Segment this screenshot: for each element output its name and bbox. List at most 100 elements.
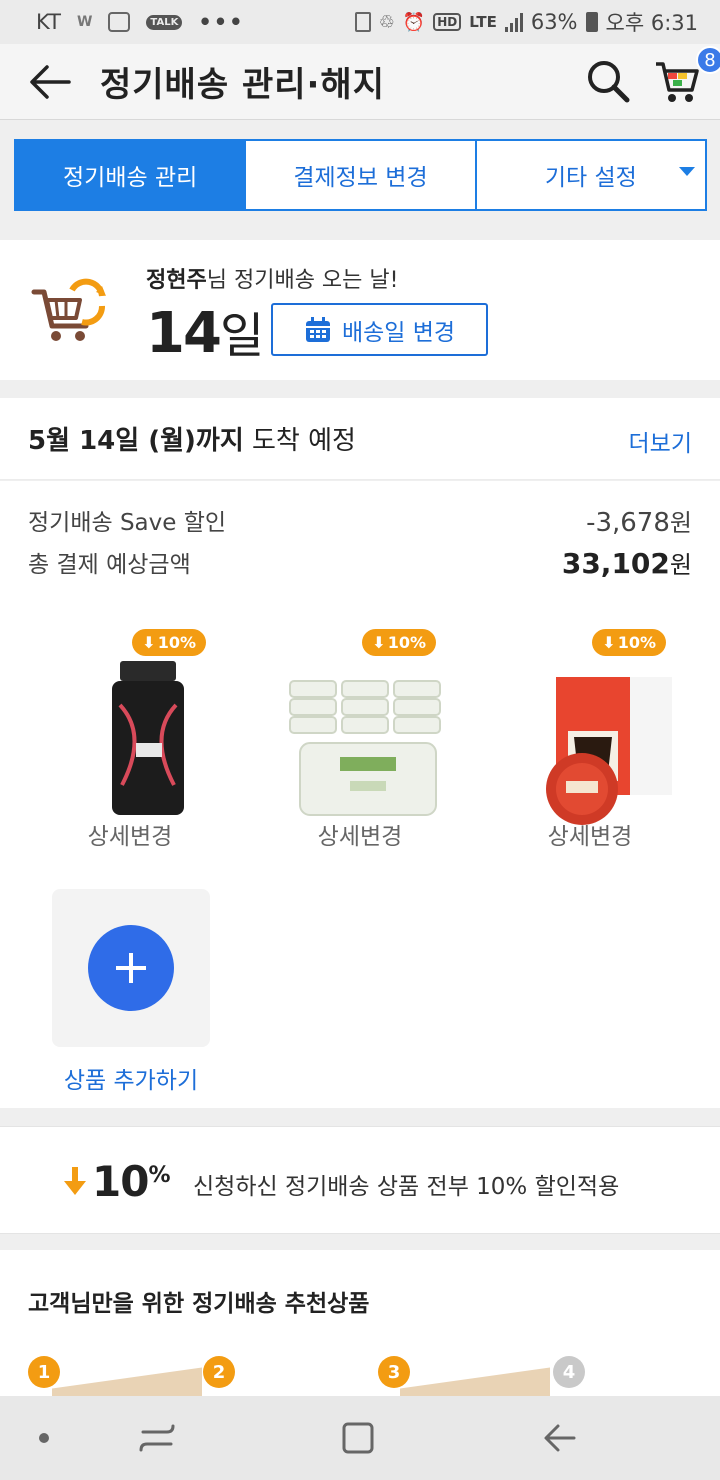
down-arrow-icon: ⬇ (372, 633, 386, 652)
delivery-day-unit: 일 (219, 308, 264, 364)
recommend-product-image[interactable] (400, 1367, 550, 1396)
supplement-bottle-image (112, 661, 184, 815)
carrier-label: KT (36, 10, 61, 34)
coffee-capsules-image (546, 677, 672, 825)
back-arrow-icon (30, 64, 71, 99)
down-arrow-icon: ⬇ (142, 633, 156, 652)
save-discount-value: -3,678원 (586, 503, 692, 538)
down-arrow-icon: ⬇ (602, 633, 616, 652)
product-detail-change-link[interactable]: 상세변경 (30, 817, 230, 851)
search-icon (588, 61, 630, 103)
discount-badge-value: 10% (157, 633, 196, 652)
delivery-message-suffix: 님 정기배송 오는 날! (206, 268, 399, 293)
product-item: ⬇ 10% 상세변경 (490, 629, 690, 859)
product-item: ⬇ 10% 상세변경 (260, 629, 460, 859)
product-item: ⬇ 10% 상세변경 (30, 629, 230, 859)
alarm-icon: ⏰ (402, 11, 426, 33)
rank-badge: 1 (28, 1356, 60, 1388)
recent-apps-icon (139, 1424, 175, 1452)
down-arrow-icon (64, 1167, 86, 1195)
rank-badge: 2 (203, 1356, 235, 1388)
product-detail-change-link[interactable]: 상세변경 (490, 817, 690, 851)
recommend-title: 고객님만을 위한 정기배송 추천상품 (28, 1291, 370, 1317)
discount-badge: ⬇ 10% (592, 629, 666, 656)
percent-sign: % (148, 1163, 170, 1188)
battery-icon (585, 12, 598, 32)
add-product-label[interactable]: 상품 추가하기 (30, 1061, 232, 1095)
tab-other-settings[interactable]: 기타 설정 (477, 141, 705, 209)
change-delivery-day-button[interactable]: 배송일 변경 (271, 303, 488, 356)
discount-banner: 10% 신청하신 정기배송 상품 전부 10% 할인적용 (0, 1126, 720, 1234)
network-type: LTE (469, 13, 497, 31)
delivery-day-number: 14 (146, 301, 222, 366)
dropdown-arrow-icon (678, 167, 695, 176)
arrival-header: 5월 14일 (월)까지 도착 예정 더보기 (0, 398, 720, 480)
recent-apps-button[interactable] (135, 1416, 179, 1460)
save-discount-row: 정기배송 Save 할인 -3,678원 (28, 503, 692, 538)
plus-icon (116, 953, 146, 983)
product-detail-change-link[interactable]: 상세변경 (260, 817, 460, 851)
delivery-message: 정현주님 정기배송 오는 날! (146, 262, 398, 294)
gallery-icon (108, 12, 131, 32)
wifi-calling-icon: W (76, 14, 93, 30)
search-button[interactable] (585, 58, 631, 104)
signal-icon (504, 12, 523, 32)
more-notifications-icon: ••• (198, 10, 245, 34)
delivery-day-card: 정현주님 정기배송 오는 날! 14일 배송일 변경 (0, 240, 720, 380)
app-header: 정기배송 관리·해지 8 (0, 44, 720, 120)
recommend-product-image[interactable] (52, 1367, 202, 1396)
recommend-section: 고객님만을 위한 정기배송 추천상품 1 2 3 4 (0, 1250, 720, 1396)
hd-voice-icon: HD (433, 13, 462, 31)
total-payment-value: 33,102원 (562, 545, 692, 580)
arrival-date: 5월 14일 (월)까지 도착 예정 (28, 420, 356, 457)
discount-badge-value: 10% (387, 633, 426, 652)
status-bar: KT W TALK ••• ♲ ⏰ HD LTE 63% 오후 6:31 (0, 0, 720, 44)
clock: 오후 6:31 (605, 11, 698, 35)
arrival-date-bold: 5월 14일 (월)까지 (28, 426, 244, 456)
change-delivery-day-label: 배송일 변경 (341, 319, 456, 346)
home-button[interactable] (336, 1416, 380, 1460)
kakaotalk-icon: TALK (146, 14, 183, 30)
back-button[interactable] (0, 44, 100, 120)
battery-percent: 63% (530, 10, 578, 34)
delivery-day: 14일 (146, 296, 264, 366)
subscription-cart-icon (31, 278, 106, 341)
page-title: 정기배송 관리·해지 (100, 65, 385, 105)
tab-other-settings-label: 기타 설정 (544, 165, 637, 191)
total-payment-label: 총 결제 예상금액 (28, 552, 191, 578)
save-discount-amount: -3,678 (586, 508, 670, 538)
discount-badge: ⬇ 10% (132, 629, 206, 656)
total-payment-amount: 33,102 (561, 547, 670, 580)
nav-dot-button[interactable] (22, 1416, 66, 1460)
add-product-button[interactable] (52, 889, 210, 1047)
currency-unit: 원 (669, 551, 692, 579)
system-nav-bar (0, 1396, 720, 1480)
rank-badge: 3 (378, 1356, 410, 1388)
discount-description: 신청하신 정기배송 상품 전부 10% 할인적용 (193, 1174, 620, 1200)
more-link[interactable]: 더보기 (629, 424, 692, 458)
discount-number: 10 (92, 1157, 149, 1206)
calendar-icon (305, 316, 330, 342)
discount-percent: 10% (92, 1157, 171, 1206)
customer-name: 정현주 (146, 268, 207, 293)
arrival-date-rest: 도착 예정 (243, 426, 356, 456)
back-nav-button[interactable] (538, 1416, 582, 1460)
payment-section: 정기배송 Save 할인 -3,678원 총 결제 예상금액 33,102원 ⬇… (0, 481, 720, 1108)
plus-button[interactable] (88, 925, 174, 1011)
currency-unit: 원 (669, 509, 692, 537)
cart-count-badge: 8 (696, 46, 720, 74)
battery-saver-icon (354, 12, 371, 32)
discount-badge: ⬇ 10% (362, 629, 436, 656)
tab-bar: 정기배송 관리 결제정보 변경 기타 설정 (14, 139, 707, 211)
tab-subscription-manage[interactable]: 정기배송 관리 (16, 141, 247, 209)
rank-badge: 4 (553, 1356, 585, 1388)
dot-icon (39, 1433, 49, 1443)
total-payment-row: 총 결제 예상금액 33,102원 (28, 545, 692, 580)
tab-payment-info[interactable]: 결제정보 변경 (246, 141, 477, 209)
save-discount-label: 정기배송 Save 할인 (28, 510, 227, 536)
home-icon (342, 1422, 374, 1454)
recycle-icon: ♲ (378, 11, 395, 33)
baby-wipes-image (289, 680, 441, 816)
discount-badge-value: 10% (617, 633, 656, 652)
back-nav-icon (544, 1424, 576, 1452)
